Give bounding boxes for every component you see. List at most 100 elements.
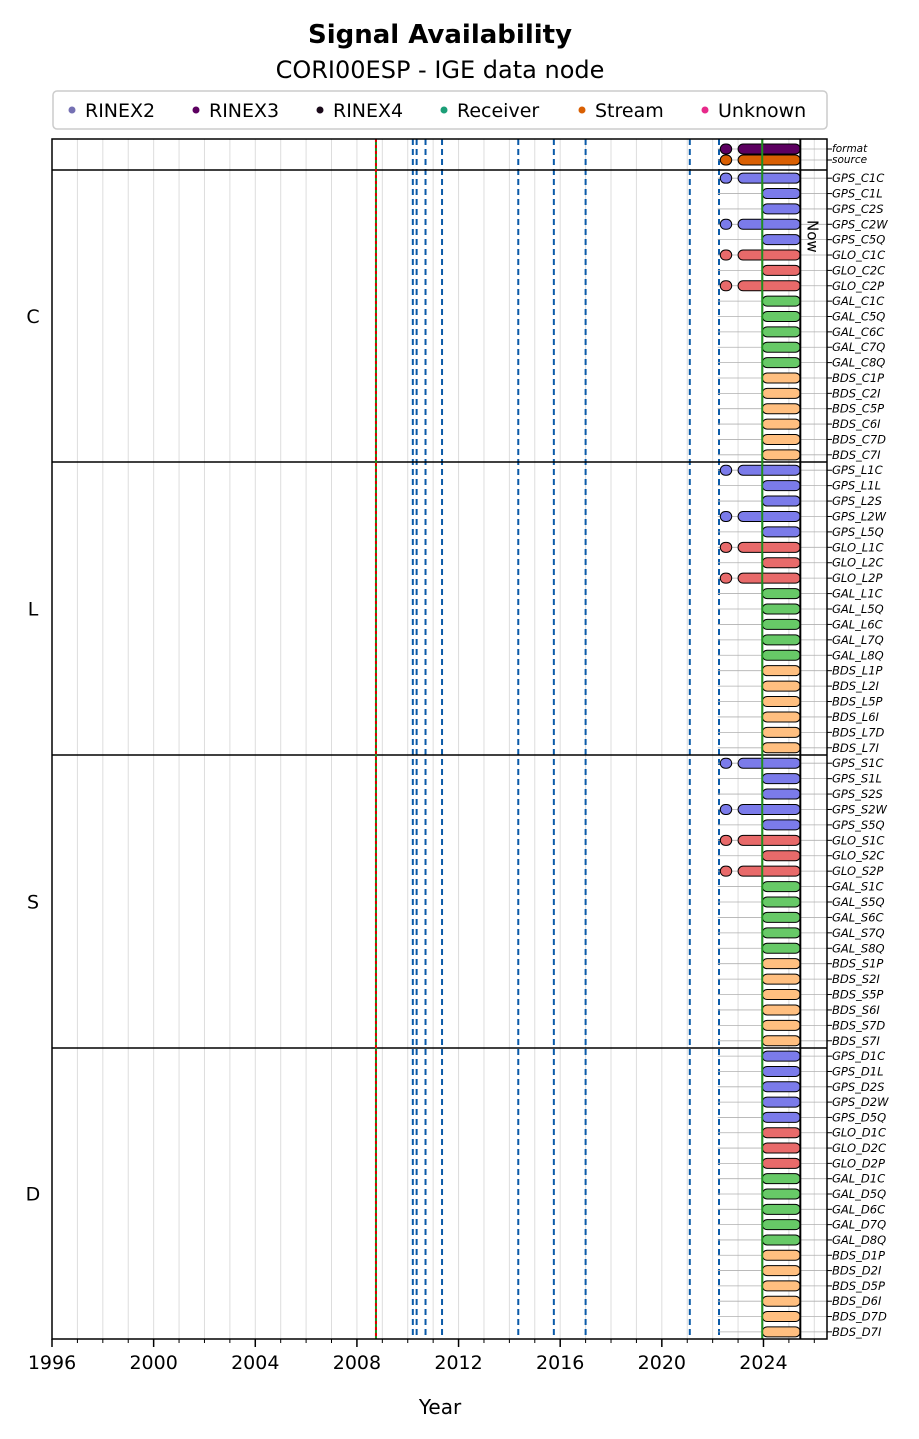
row-label-bds_s6i: BDS_S6I [832,1003,880,1017]
bar-glo_l2p [719,572,733,584]
bar-glo_l1c [719,541,733,553]
bar-bds_d5p [761,1280,801,1292]
bar-gps_c1l [761,188,801,200]
row-label-gal_d8q: GAL_D8Q [832,1233,886,1247]
bar-glo_d2c [761,1142,801,1154]
row-label-glo_s2c: GLO_S2C [832,849,884,863]
bar-bds_l6i [761,711,801,723]
row-label-glo_l1c: GLO_L1C [832,540,884,554]
bar-gal_c1c [761,295,801,307]
bar-gal_d1c [761,1173,801,1185]
bar-bds_c7d [761,433,801,445]
row-label-bds_l1p: BDS_L1P [832,664,883,678]
bar-gps_s2s [761,788,801,800]
row-label-glo_d2c: GLO_D2C [832,1141,886,1155]
bar-glo_s2c [761,850,801,862]
row-label-bds_c2i: BDS_C2I [832,386,881,400]
bar-glo_s2p [719,865,733,877]
row-label-gal_s7q: GAL_S7Q [832,926,885,940]
bar-glo_d1c [761,1127,801,1139]
bar-gps_d5q [761,1111,801,1123]
row-label-bds_c7d: BDS_C7D [832,432,886,446]
bar-gps_l1l [761,480,801,492]
bar-gps_d1l [761,1065,801,1077]
bar-bds_s7i [761,1035,801,1047]
row-label-gal_c5q: GAL_C5Q [832,310,885,324]
row-label-gal_s8q: GAL_S8Q [832,941,885,955]
row-label-bds_c1p: BDS_C1P [832,371,884,385]
row-label-gps_s1l: GPS_S1L [832,772,882,786]
bar-gal_c6c [761,326,801,338]
bar-gal_d5q [761,1188,801,1200]
bar-bds_c2i [761,387,801,399]
legend-label-unknown: Unknown [718,100,806,122]
legend-box [52,90,828,130]
bar-bds_s1p [761,958,801,970]
bar-gal_c5q [761,311,801,322]
bar-gps_s1c [737,757,801,769]
bar-gps_s1c [719,757,733,769]
row-label-gps_s1c: GPS_S1C [832,756,884,770]
bar-bds_d6i [761,1295,801,1307]
bar-gal_l5q [761,603,801,615]
chart-subtitle: CORI00ESP - IGE data node [276,56,605,84]
signal-availability-chart: Signal Availability CORI00ESP - IGE data… [0,0,919,1439]
row-label-gps_d2s: GPS_D2S [832,1080,884,1094]
bar-gps_l1c [737,464,801,476]
row-label-gal_l6c: GAL_L6C [832,617,883,631]
row-label-bds_s7i: BDS_S7I [832,1034,880,1048]
bar-gps_l1c [719,464,733,476]
bar-gps_s5q [761,819,801,831]
bar-bds_l5p [761,696,801,708]
bar-glo_c1c [719,249,733,261]
legend-marker-stream [578,106,586,114]
row-label-gps_s5q: GPS_S5Q [832,818,885,832]
row-label-gal_s6c: GAL_S6C [832,910,884,924]
bar-glo_l1c [737,541,801,553]
x-tick-label-2016: 2016 [536,1352,584,1374]
row-label-gal_c6c: GAL_C6C [832,325,884,339]
bar-source [719,154,733,166]
bar-gal_l6c [761,618,801,630]
bar-bds_s7d [761,1019,801,1031]
row-label-gps_d1c: GPS_D1C [832,1049,885,1063]
bar-gps_c2w [719,218,733,230]
row-label-bds_d7d: BDS_D7D [832,1310,887,1324]
bar-bds_d7d [761,1311,801,1323]
row-label-bds_c7i: BDS_C7I [832,448,881,462]
bar-gps_d1c [761,1050,801,1062]
row-label-glo_l2p: GLO_L2P [832,571,882,585]
row-label-gal_d7q: GAL_D7Q [832,1218,886,1232]
row-label-bds_l6i: BDS_L6I [832,710,880,724]
bar-gps_c2s [761,203,801,215]
bar-glo_s1c [719,834,733,846]
bar-bds_s2i [761,973,801,985]
row-label-gal_s1c: GAL_S1C [832,880,884,894]
bar-gal_s8q [761,942,801,954]
group-label-l: L [28,599,39,621]
row-label-gps_d5q: GPS_D5Q [832,1110,886,1124]
row-label-gal_l5q: GAL_L5Q [832,602,884,616]
bar-gal_d7q [761,1219,801,1231]
bar-gps_c1c [719,172,733,184]
row-label-gal_c1c: GAL_C1C [832,294,884,308]
row-label-bds_l7i: BDS_L7I [832,741,880,755]
bar-glo_c1c [737,249,801,261]
bar-bds_l7i [761,742,801,754]
row-label-gal_l7q: GAL_L7Q [832,633,884,647]
bar-gps_s2w [719,803,733,815]
bar-bds_l1p [761,665,801,677]
legend-marker-rinex4 [316,106,324,114]
bar-gal_d8q [761,1234,801,1246]
legend-marker-rinex3 [192,106,200,114]
legend-marker-rinex2 [68,106,76,114]
bar-glo_s1c [737,834,801,846]
legend-marker-receiver [440,106,448,114]
row-label-source: source [832,154,867,166]
row-label-gal_d1c: GAL_D1C [832,1172,885,1186]
row-label-gps_l1c: GPS_L1C [832,463,883,477]
row-label-gps_l5q: GPS_L5Q [832,525,884,539]
row-label-glo_l2c: GLO_L2C [832,556,884,570]
row-label-bds_c5p: BDS_C5P [832,402,884,416]
bar-gps_l2w [737,510,801,522]
